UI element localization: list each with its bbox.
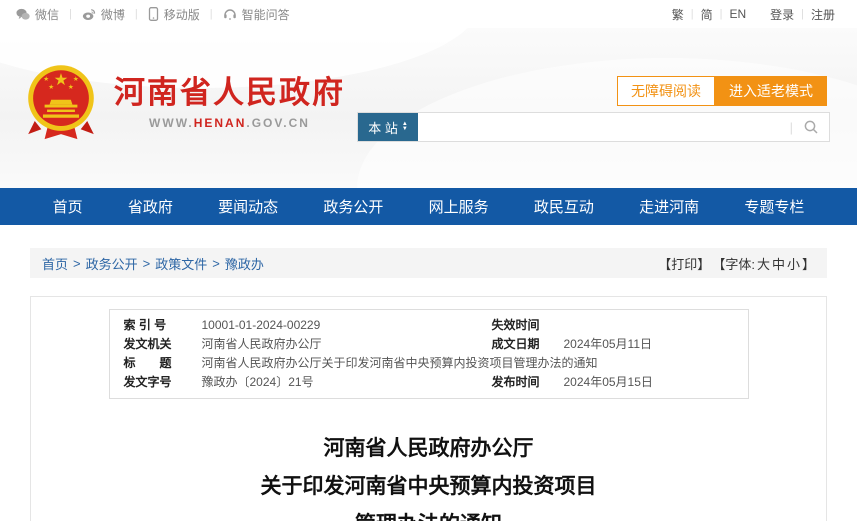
weibo-label: 微博 bbox=[101, 6, 125, 23]
meta-value-index: 10001-01-2024-00229 bbox=[202, 317, 478, 334]
mobile-icon bbox=[148, 7, 159, 21]
breadcrumb-policy-docs[interactable]: 政策文件 bbox=[155, 254, 207, 273]
site-url-prefix: WWW. bbox=[149, 116, 194, 130]
breadcrumb: 首页 > 政务公开 > 政策文件 > 豫政办 bbox=[42, 254, 264, 273]
nav-item-about-henan[interactable]: 走进河南 bbox=[639, 196, 699, 217]
topbar-separator: | bbox=[210, 8, 213, 20]
smart-qa-link[interactable]: 智能问答 bbox=[223, 6, 290, 23]
meta-value-written-date: 2024年05月11日 bbox=[564, 336, 734, 353]
search-input[interactable] bbox=[418, 113, 790, 141]
document-title-line2: 关于印发河南省中央预算内投资项目 bbox=[31, 467, 826, 505]
document-container: 索 引 号 10001-01-2024-00229 失效时间 发文机关 河南省人… bbox=[30, 296, 827, 521]
search-scope-label: 本 站 bbox=[368, 118, 398, 137]
meta-label-doc-number: 发文字号 bbox=[124, 374, 188, 391]
breadcrumb-separator: > bbox=[73, 256, 81, 271]
document-title: 河南省人民政府办公厅 关于印发河南省中央预算内投资项目 管理办法的通知 bbox=[31, 429, 826, 521]
nav-item-gov-affairs[interactable]: 政务公开 bbox=[323, 196, 383, 217]
nav-item-news[interactable]: 要闻动态 bbox=[218, 196, 278, 217]
wechat-label: 微信 bbox=[35, 6, 59, 23]
search-scope-select[interactable]: 本 站 ▲▼ bbox=[358, 113, 418, 141]
lang-english[interactable]: EN bbox=[729, 7, 746, 21]
svg-text:★: ★ bbox=[54, 71, 69, 89]
breadcrumb-home[interactable]: 首页 bbox=[42, 254, 68, 273]
search-icon[interactable] bbox=[793, 113, 829, 141]
mobile-version-link[interactable]: 移动版 bbox=[148, 6, 200, 23]
social-links: 微信 | 微博 | 移动版 | 智能问答 bbox=[16, 6, 290, 23]
nav-item-online-services[interactable]: 网上服务 bbox=[429, 196, 489, 217]
meta-label-expiry: 失效时间 bbox=[492, 317, 550, 334]
topbar-separator: | bbox=[69, 8, 72, 20]
document-meta-table: 索 引 号 10001-01-2024-00229 失效时间 发文机关 河南省人… bbox=[109, 309, 749, 399]
lang-traditional[interactable]: 繁 bbox=[672, 6, 684, 23]
breadcrumb-gov-affairs[interactable]: 政务公开 bbox=[86, 254, 138, 273]
nav-item-provincial-gov[interactable]: 省政府 bbox=[128, 196, 173, 217]
topbar-separator: | bbox=[801, 8, 804, 20]
document-title-line3: 管理办法的通知 bbox=[31, 505, 826, 521]
elder-mode-button[interactable]: 进入适老模式 bbox=[715, 76, 827, 106]
main-nav: 首页 省政府 要闻动态 政务公开 网上服务 政民互动 走进河南 专题专栏 bbox=[0, 188, 857, 225]
meta-value-expiry bbox=[564, 317, 734, 334]
font-size-medium[interactable]: 中 bbox=[772, 254, 785, 273]
meta-label-index: 索 引 号 bbox=[124, 317, 188, 334]
meta-value-publish-date: 2024年05月15日 bbox=[564, 374, 734, 391]
page-tools: 【打印】 【字体: 大 中 小 】 bbox=[658, 254, 815, 273]
search-bar: 本 站 ▲▼ | bbox=[357, 112, 830, 142]
national-emblem-icon: ★ ★ ★ ★ ★ bbox=[20, 62, 102, 144]
topbar-right: 繁 | 简 | EN 登录 | 注册 bbox=[672, 6, 835, 23]
svg-text:★: ★ bbox=[48, 84, 54, 91]
meta-value-issuer: 河南省人民政府办公厅 bbox=[202, 336, 478, 353]
main-nav-inner: 首页 省政府 要闻动态 政务公开 网上服务 政民互动 走进河南 专题专栏 bbox=[30, 188, 827, 225]
weibo-link[interactable]: 微博 bbox=[82, 6, 125, 23]
lang-simplified[interactable]: 简 bbox=[701, 6, 713, 23]
meta-label-publish-date: 发布时间 bbox=[492, 374, 550, 391]
voice-qa-icon bbox=[223, 7, 237, 21]
svg-text:★: ★ bbox=[73, 76, 79, 83]
topbar-separator: | bbox=[135, 8, 138, 20]
nav-item-home[interactable]: 首页 bbox=[53, 196, 83, 217]
meta-value-doc-number: 豫政办〔2024〕21号 bbox=[202, 374, 478, 391]
font-size-label: 【字体: bbox=[712, 254, 755, 273]
smart-qa-label: 智能问答 bbox=[242, 6, 290, 23]
accessible-reading-button[interactable]: 无障碍阅读 bbox=[617, 76, 715, 106]
font-size-large[interactable]: 大 bbox=[757, 254, 770, 273]
meta-value-title: 河南省人民政府办公厅关于印发河南省中央预算内投资项目管理办法的通知 bbox=[202, 355, 734, 372]
nav-item-special-topics[interactable]: 专题专栏 bbox=[744, 196, 804, 217]
topbar-separator: | bbox=[720, 8, 723, 20]
register-link[interactable]: 注册 bbox=[811, 6, 835, 23]
language-switcher: 繁 | 简 | EN bbox=[672, 6, 746, 23]
wechat-icon bbox=[16, 8, 30, 21]
meta-label-issuer: 发文机关 bbox=[124, 336, 188, 353]
topbar-separator: | bbox=[691, 8, 694, 20]
nav-item-interaction[interactable]: 政民互动 bbox=[534, 196, 594, 217]
site-identity: 河南省人民政府 WWW.HENAN.GOV.CN bbox=[114, 76, 345, 130]
mobile-version-label: 移动版 bbox=[164, 6, 200, 23]
meta-label-written-date: 成文日期 bbox=[492, 336, 550, 353]
print-button[interactable]: 【打印】 bbox=[658, 254, 710, 273]
site-url-suffix: .GOV.CN bbox=[246, 116, 310, 130]
auth-links: 登录 | 注册 bbox=[770, 6, 835, 23]
page: 微信 | 微博 | 移动版 | 智能问答 bbox=[0, 0, 857, 521]
font-size-label-close: 】 bbox=[802, 254, 815, 273]
breadcrumb-separator: > bbox=[212, 256, 220, 271]
site-logo[interactable]: ★ ★ ★ ★ ★ 河南省人民政府 WWW.HENAN.GOV.CN bbox=[20, 62, 345, 144]
weibo-icon bbox=[82, 8, 96, 21]
site-url: WWW.HENAN.GOV.CN bbox=[114, 116, 345, 130]
breadcrumb-separator: > bbox=[143, 256, 151, 271]
site-title: 河南省人民政府 bbox=[114, 76, 345, 110]
login-link[interactable]: 登录 bbox=[770, 6, 794, 23]
breadcrumb-bar: 首页 > 政务公开 > 政策文件 > 豫政办 【打印】 【字体: 大 中 小 】 bbox=[30, 248, 827, 278]
document-title-line1: 河南省人民政府办公厅 bbox=[31, 429, 826, 467]
svg-text:★: ★ bbox=[68, 84, 74, 91]
top-utility-bar: 微信 | 微博 | 移动版 | 智能问答 bbox=[0, 0, 857, 28]
font-size-small[interactable]: 小 bbox=[787, 254, 800, 273]
breadcrumb-yuzhengban[interactable]: 豫政办 bbox=[225, 254, 264, 273]
site-url-highlight: HENAN bbox=[194, 116, 247, 130]
wechat-link[interactable]: 微信 bbox=[16, 6, 59, 23]
site-header: ★ ★ ★ ★ ★ 河南省人民政府 WWW.HENAN.GOV.CN 无障碍阅读… bbox=[0, 28, 857, 188]
select-arrows-icon: ▲▼ bbox=[402, 122, 408, 132]
svg-text:★: ★ bbox=[43, 76, 49, 83]
accessibility-buttons: 无障碍阅读 进入适老模式 bbox=[617, 76, 827, 106]
meta-label-title: 标 题 bbox=[124, 355, 188, 372]
meta-grid: 索 引 号 10001-01-2024-00229 失效时间 发文机关 河南省人… bbox=[124, 317, 734, 391]
